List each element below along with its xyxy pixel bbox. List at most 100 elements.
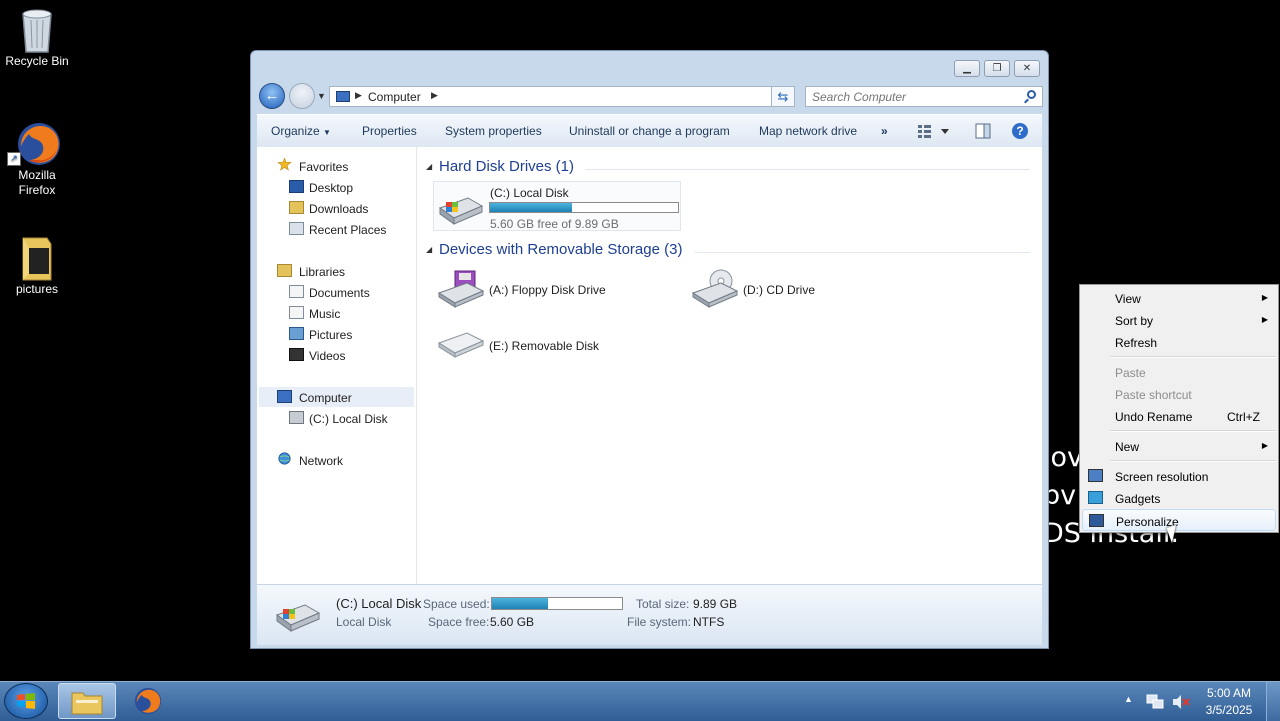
local-disk-icon bbox=[289, 411, 304, 424]
menu-item-new[interactable]: New ▶ bbox=[1082, 435, 1276, 457]
clock-date[interactable]: 3/5/2025 bbox=[1200, 703, 1258, 717]
explorer-folder-icon bbox=[71, 692, 103, 715]
explorer-window: ▁ ❐ ✕ ← ▼ ▶ Computer ▶ ▼ ⇆ Organize ▼ Pr… bbox=[250, 50, 1049, 649]
taskbar-firefox-button[interactable] bbox=[120, 683, 178, 719]
help-icon[interactable]: ? bbox=[1011, 122, 1029, 143]
menu-separator bbox=[1110, 460, 1276, 462]
network-tray-icon[interactable] bbox=[1146, 694, 1164, 710]
nav-documents[interactable]: Documents bbox=[309, 286, 370, 300]
group-header-hard-disk-drives[interactable]: Hard Disk Drives (1) bbox=[439, 158, 574, 175]
group-divider bbox=[585, 169, 1030, 170]
command-bar: Organize ▼ Properties System properties … bbox=[257, 114, 1042, 148]
refresh-button[interactable]: ⇆ bbox=[771, 86, 795, 107]
removable-disk-icon bbox=[437, 332, 485, 358]
back-arrow-icon: ← bbox=[264, 87, 280, 104]
uninstall-program-button[interactable]: Uninstall or change a program bbox=[569, 124, 730, 138]
details-drive-name: (C:) Local Disk bbox=[336, 596, 422, 611]
restore-icon: ❐ bbox=[992, 63, 1002, 74]
system-properties-button[interactable]: System properties bbox=[445, 124, 542, 138]
navigation-pane: Favorites Desktop Downloads Recent Place… bbox=[257, 147, 417, 584]
search-input[interactable] bbox=[812, 90, 1012, 104]
downloads-icon bbox=[289, 201, 304, 214]
menu-item-personalize[interactable]: Personalize bbox=[1082, 509, 1276, 531]
details-capacity-bar bbox=[491, 597, 623, 610]
drive-tile-d[interactable]: (D:) CD Drive bbox=[687, 265, 927, 311]
preview-pane-icon[interactable] bbox=[975, 123, 991, 142]
nav-favorites[interactable]: Favorites bbox=[299, 160, 348, 174]
firefox-icon bbox=[134, 687, 162, 715]
organize-button[interactable]: Organize ▼ bbox=[271, 124, 331, 138]
drive-tile-c[interactable]: (C:) Local Disk 5.60 GB free of 9.89 GB bbox=[433, 181, 681, 231]
network-icon bbox=[278, 452, 291, 465]
recent-pages-dropdown[interactable]: ▼ bbox=[317, 91, 326, 101]
recycle-bin-label: Recycle Bin bbox=[5, 54, 69, 68]
collapse-icon[interactable]: ◢ bbox=[426, 162, 432, 171]
nav-computer[interactable]: Computer bbox=[299, 391, 352, 405]
start-button[interactable] bbox=[4, 683, 48, 719]
drive-tile-e[interactable]: (E:) Removable Disk bbox=[433, 323, 673, 363]
search-icon[interactable] bbox=[1027, 90, 1036, 99]
nav-pictures[interactable]: Pictures bbox=[309, 328, 352, 342]
maximize-button[interactable]: ❐ bbox=[984, 60, 1010, 77]
pictures-icon bbox=[289, 327, 304, 340]
close-button[interactable]: ✕ bbox=[1014, 60, 1040, 77]
breadcrumb-arrow-icon[interactable]: ▶ bbox=[431, 90, 438, 101]
folder-icon bbox=[15, 234, 59, 281]
nav-network[interactable]: Network bbox=[299, 454, 343, 468]
nav-videos[interactable]: Videos bbox=[309, 349, 345, 363]
star-icon bbox=[277, 158, 292, 171]
nav-music[interactable]: Music bbox=[309, 307, 340, 321]
submenu-arrow-icon: ▶ bbox=[1261, 441, 1268, 450]
group-header-removable-storage[interactable]: Devices with Removable Storage (3) bbox=[439, 241, 682, 258]
back-button[interactable]: ← bbox=[259, 83, 285, 109]
nav-desktop[interactable]: Desktop bbox=[309, 181, 353, 195]
refresh-icon: ⇆ bbox=[777, 89, 789, 104]
clock-time[interactable]: 5:00 AM bbox=[1200, 686, 1258, 700]
nav-local-disk[interactable]: (C:) Local Disk bbox=[309, 412, 388, 426]
shortcut-key: Ctrl+Z bbox=[1227, 410, 1260, 424]
change-view-icon[interactable] bbox=[917, 123, 951, 142]
show-desktop-button[interactable] bbox=[1266, 682, 1280, 721]
background-text-fragment: lov bbox=[1043, 442, 1083, 473]
menu-item-view[interactable]: View ▶ bbox=[1082, 287, 1276, 309]
forward-button[interactable] bbox=[289, 83, 315, 109]
nav-recent-places[interactable]: Recent Places bbox=[309, 223, 386, 237]
menu-item-sort-by[interactable]: Sort by ▶ bbox=[1082, 309, 1276, 331]
more-commands-button[interactable]: » bbox=[881, 124, 888, 138]
drive-name: (D:) CD Drive bbox=[743, 283, 815, 297]
desktop-icon-recycle-bin[interactable]: Recycle Bin bbox=[0, 6, 74, 68]
breadcrumb-computer[interactable]: Computer bbox=[368, 90, 421, 104]
nav-libraries[interactable]: Libraries bbox=[299, 265, 345, 279]
drive-tile-a[interactable]: (A:) Floppy Disk Drive bbox=[433, 265, 673, 311]
show-hidden-icons-button[interactable]: ▲ bbox=[1124, 694, 1133, 704]
group-divider bbox=[695, 252, 1030, 253]
gadgets-icon bbox=[1088, 491, 1103, 504]
address-bar[interactable]: ▶ Computer ▶ ▼ bbox=[329, 86, 793, 107]
collapse-icon[interactable]: ◢ bbox=[426, 245, 432, 254]
search-box[interactable] bbox=[805, 86, 1043, 107]
capacity-bar bbox=[489, 202, 679, 213]
file-system-label: File system: bbox=[627, 615, 692, 629]
map-network-drive-button[interactable]: Map network drive bbox=[759, 124, 857, 138]
pictures-folder-label: pictures bbox=[15, 282, 59, 296]
taskbar-explorer-button[interactable] bbox=[58, 683, 116, 719]
firefox-label: Mozilla Firefox bbox=[18, 168, 56, 197]
drives-pane: ◢ Hard Disk Drives (1) (C:) Local Disk 5… bbox=[417, 147, 1042, 584]
menu-item-undo-rename[interactable]: Undo Rename Ctrl+Z bbox=[1082, 405, 1276, 427]
properties-button[interactable]: Properties bbox=[362, 124, 417, 138]
menu-item-paste-shortcut: Paste shortcut bbox=[1115, 388, 1192, 402]
taskbar: ▲ 5:00 AM 3/5/2025 bbox=[0, 681, 1280, 721]
menu-item-gadgets[interactable]: Gadgets bbox=[1082, 487, 1276, 509]
desktop-icon-pictures-folder[interactable]: pictures bbox=[0, 234, 74, 296]
menu-item-refresh[interactable]: Refresh bbox=[1082, 331, 1276, 353]
menu-item-screen-resolution[interactable]: Screen resolution bbox=[1082, 465, 1276, 487]
hard-drive-icon bbox=[438, 197, 484, 225]
capacity-fill bbox=[492, 598, 549, 609]
breadcrumb-arrow-icon[interactable]: ▶ bbox=[355, 90, 362, 101]
minimize-button[interactable]: ▁ bbox=[954, 60, 980, 77]
file-system-value: NTFS bbox=[693, 615, 725, 629]
drive-name: (C:) Local Disk bbox=[490, 186, 569, 200]
volume-muted-icon[interactable] bbox=[1172, 694, 1190, 710]
nav-downloads[interactable]: Downloads bbox=[309, 202, 368, 216]
desktop-icon-firefox[interactable]: ↗ Mozilla Firefox bbox=[0, 120, 74, 198]
